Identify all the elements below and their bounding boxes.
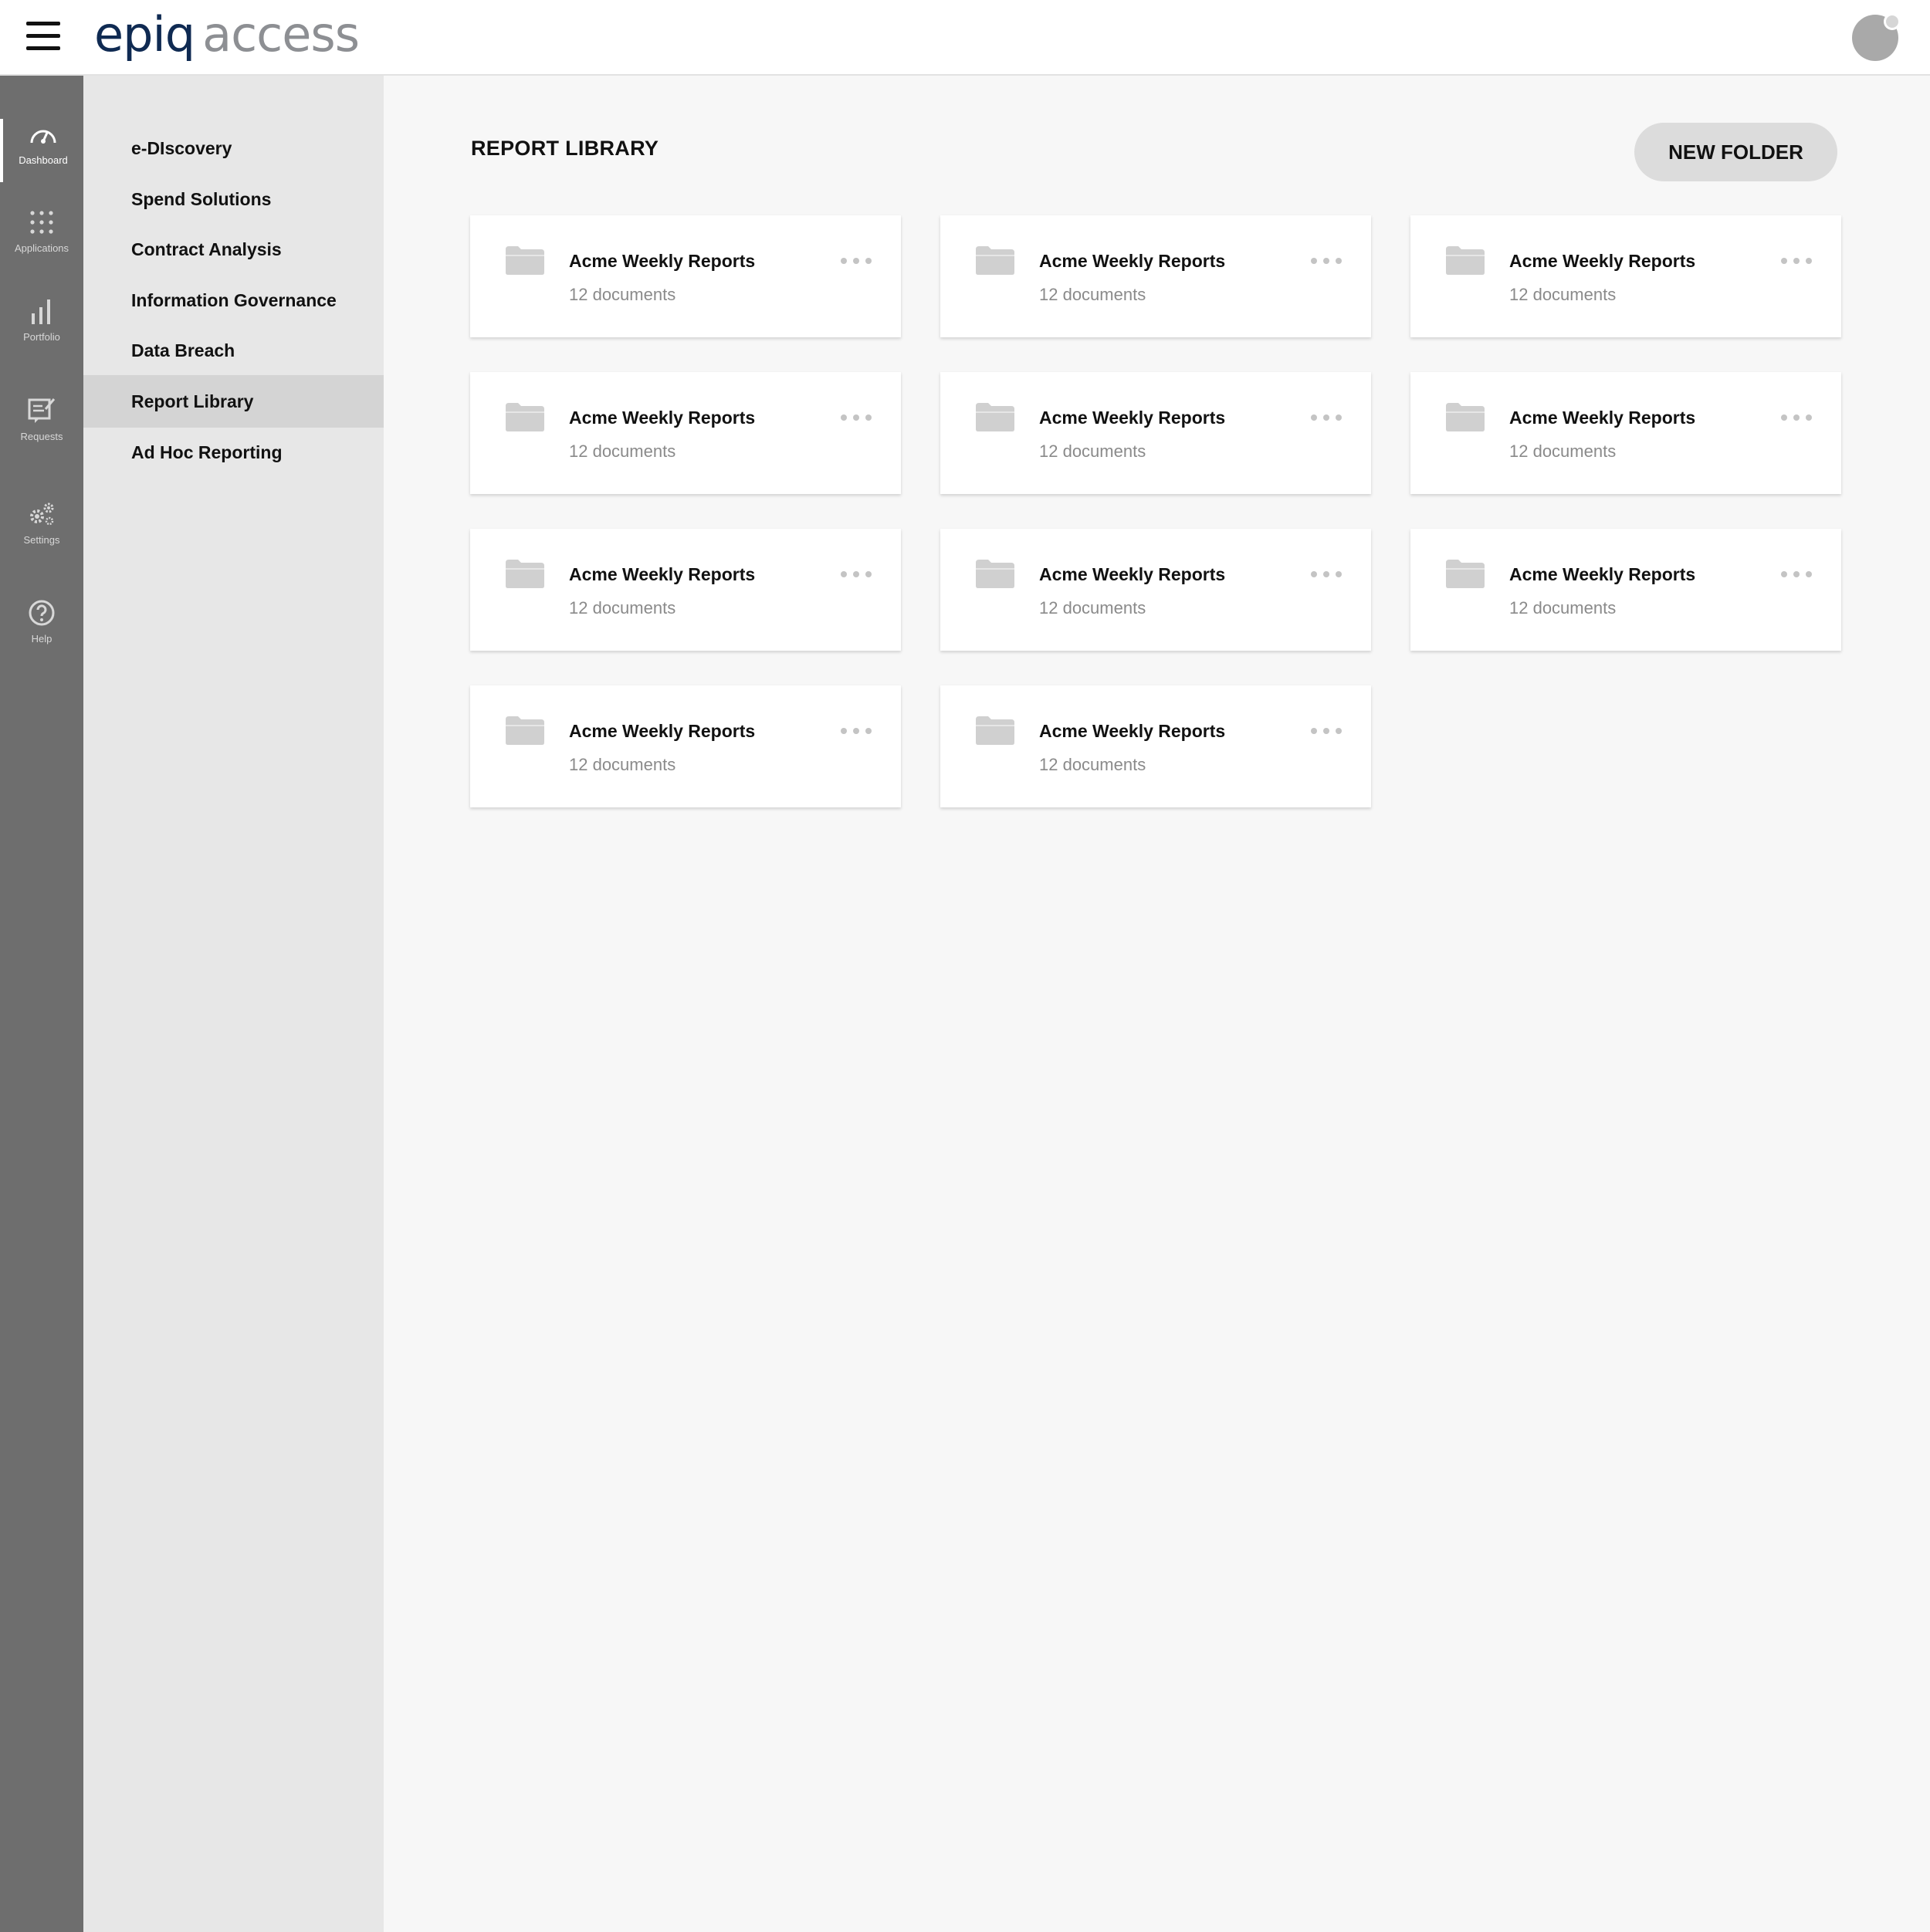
more-options-icon[interactable] (1309, 255, 1343, 266)
folder-card[interactable]: Acme Weekly Reports 12 documents (940, 685, 1371, 807)
logo-primary-text: epiq (94, 6, 195, 63)
new-folder-button[interactable]: NEW FOLDER (1634, 123, 1837, 181)
rail-label: Settings (23, 534, 60, 546)
folder-name: Acme Weekly Reports (1509, 408, 1696, 428)
rail-label: Portfolio (23, 331, 60, 343)
more-options-icon[interactable] (1779, 255, 1813, 266)
subnav-item-ediscovery[interactable]: e-DIscovery (83, 122, 384, 174)
folder-document-count: 12 documents (569, 755, 676, 774)
folder-document-count: 12 documents (569, 285, 676, 304)
folder-name: Acme Weekly Reports (1039, 251, 1226, 271)
folder-name: Acme Weekly Reports (569, 408, 756, 428)
folder-icon (1444, 401, 1486, 432)
folder-icon (1444, 558, 1486, 589)
epiq-access-logo[interactable]: epiq access (94, 6, 360, 68)
rail-item-dashboard[interactable]: Dashboard (0, 119, 83, 182)
folder-document-count: 12 documents (1039, 285, 1146, 304)
more-options-icon[interactable] (839, 726, 873, 736)
folder-document-count: 12 documents (569, 598, 676, 617)
folder-document-count: 12 documents (569, 442, 676, 461)
folder-document-count: 12 documents (1039, 442, 1146, 461)
folder-card[interactable]: Acme Weekly Reports 12 documents (1410, 215, 1841, 337)
subnav-item-contract-analysis[interactable]: Contract Analysis (83, 223, 384, 276)
folder-name: Acme Weekly Reports (1039, 564, 1226, 584)
folder-icon (504, 558, 546, 589)
rail-label: Dashboard (19, 154, 68, 166)
speedometer-icon (28, 119, 59, 150)
rail-item-applications[interactable]: Applications (0, 207, 83, 270)
folder-icon (974, 245, 1016, 276)
folder-name: Acme Weekly Reports (1509, 564, 1696, 584)
folder-icon (974, 715, 1016, 746)
folder-card[interactable]: Acme Weekly Reports 12 documents (940, 215, 1371, 337)
rail-item-portfolio[interactable]: Portfolio (0, 296, 83, 359)
folder-icon (974, 401, 1016, 432)
folder-document-count: 12 documents (1509, 598, 1617, 617)
icon-rail: Dashboard Applications Portfolio Request… (0, 76, 83, 1932)
edit-document-icon (26, 395, 57, 426)
grid-dots-icon (26, 207, 57, 238)
rail-item-help[interactable]: Help (0, 597, 83, 661)
folder-document-count: 12 documents (1039, 755, 1146, 774)
folder-icon (504, 245, 546, 276)
subnav-item-report-library[interactable]: Report Library (83, 375, 384, 428)
folder-name: Acme Weekly Reports (1039, 408, 1226, 428)
rail-label: Applications (14, 242, 69, 254)
folder-card[interactable]: Acme Weekly Reports 12 documents (1410, 372, 1841, 494)
help-circle-icon (26, 597, 57, 628)
folder-icon (504, 401, 546, 432)
secondary-nav: e-DIscovery Spend Solutions Contract Ana… (83, 76, 384, 1932)
avatar-status-indicator (1884, 13, 1901, 30)
bar-chart-icon (26, 296, 57, 327)
more-options-icon[interactable] (1309, 412, 1343, 423)
rail-label: Requests (20, 431, 63, 442)
folder-card[interactable]: Acme Weekly Reports 12 documents (470, 529, 901, 651)
more-options-icon[interactable] (1779, 412, 1813, 423)
folder-card[interactable]: Acme Weekly Reports 12 documents (470, 372, 901, 494)
folder-name: Acme Weekly Reports (569, 721, 756, 741)
folder-name: Acme Weekly Reports (1039, 721, 1226, 741)
rail-item-requests[interactable]: Requests (0, 395, 83, 458)
logo-secondary-text: access (202, 6, 360, 63)
folder-icon (504, 715, 546, 746)
folder-card[interactable]: Acme Weekly Reports 12 documents (1410, 529, 1841, 651)
gears-icon (26, 499, 57, 530)
rail-item-settings[interactable]: Settings (0, 499, 83, 562)
more-options-icon[interactable] (839, 255, 873, 266)
more-options-icon[interactable] (1309, 569, 1343, 580)
folder-card[interactable]: Acme Weekly Reports 12 documents (940, 529, 1371, 651)
more-options-icon[interactable] (839, 412, 873, 423)
more-options-icon[interactable] (839, 569, 873, 580)
folder-card[interactable]: Acme Weekly Reports 12 documents (470, 215, 901, 337)
subnav-item-ad-hoc-reporting[interactable]: Ad Hoc Reporting (83, 426, 384, 479)
subnav-item-data-breach[interactable]: Data Breach (83, 324, 384, 377)
folder-name: Acme Weekly Reports (569, 564, 756, 584)
more-options-icon[interactable] (1309, 726, 1343, 736)
more-options-icon[interactable] (1779, 569, 1813, 580)
folder-document-count: 12 documents (1509, 285, 1617, 304)
folder-icon (974, 558, 1016, 589)
folder-icon (1444, 245, 1486, 276)
folder-card[interactable]: Acme Weekly Reports 12 documents (940, 372, 1371, 494)
folder-name: Acme Weekly Reports (569, 251, 756, 271)
subnav-item-spend-solutions[interactable]: Spend Solutions (83, 173, 384, 225)
folder-name: Acme Weekly Reports (1509, 251, 1696, 271)
top-bar: epiq access (0, 0, 1930, 76)
page-title: REPORT LIBRARY (471, 137, 659, 160)
subnav-item-information-governance[interactable]: Information Governance (83, 274, 384, 327)
folder-document-count: 12 documents (1509, 442, 1617, 461)
folder-card[interactable]: Acme Weekly Reports 12 documents (470, 685, 901, 807)
hamburger-menu-icon[interactable] (26, 22, 60, 51)
folder-document-count: 12 documents (1039, 598, 1146, 617)
rail-label: Help (31, 633, 52, 645)
